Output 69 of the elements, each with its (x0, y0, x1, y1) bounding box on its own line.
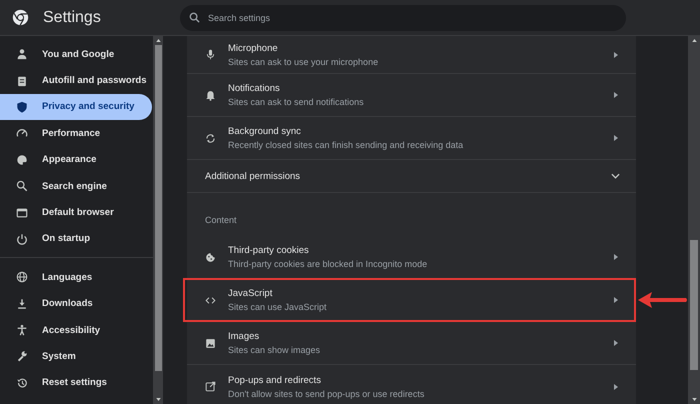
row-subtitle: Sites can show images (228, 345, 322, 355)
scroll-down-icon[interactable] (156, 398, 160, 401)
sidebar-item[interactable]: Performance (0, 120, 152, 147)
sidebar-item[interactable]: Privacy and security (0, 94, 152, 120)
microphone-icon (205, 49, 216, 60)
row-title: Background sync (228, 126, 302, 137)
sidebar-item[interactable]: On startup (0, 226, 152, 252)
browser-window-icon (16, 206, 28, 219)
sidebar-item[interactable]: Autofill and passwords (0, 67, 152, 94)
person-icon (16, 48, 28, 60)
external-link-icon (205, 381, 216, 392)
page-scrollbar[interactable] (688, 36, 700, 404)
download-icon (16, 298, 28, 310)
sidebar-item[interactable]: Languages (0, 264, 152, 291)
power-icon (16, 232, 28, 245)
pointer-arrow (638, 292, 688, 308)
sidebar-item[interactable]: Downloads (0, 290, 152, 317)
caret-icon[interactable] (614, 52, 618, 58)
row-title: Images (228, 331, 260, 342)
sidebar-item[interactable]: Reset settings (0, 370, 152, 396)
globe-icon (16, 271, 28, 284)
sidebar-item[interactable]: Search engine (0, 172, 152, 200)
scrollbar-thumb[interactable] (154, 45, 162, 371)
caret-icon[interactable] (614, 254, 618, 260)
row-title: Pop-ups and redirects (228, 374, 322, 386)
row-subtitle: Don't allow sites to send pop-ups or use redirects (228, 388, 426, 398)
row-subtitle: Sites can ask to use your microphone (228, 56, 380, 66)
shield-icon (16, 100, 28, 113)
sidebar-item[interactable]: Default browser (0, 199, 152, 226)
search-icon (16, 180, 28, 192)
sidebar-item[interactable]: You and Google (0, 41, 152, 68)
wrench-icon (16, 350, 28, 362)
row-subtitle: Sites can ask to send notifications (228, 97, 365, 107)
browser-logo-icon (12, 9, 29, 26)
sidebar-item[interactable]: Accessibility (0, 316, 152, 344)
caret-icon[interactable] (614, 384, 618, 390)
search-field[interactable]: Search settings (180, 4, 626, 30)
page-title: Settings (43, 8, 102, 26)
scroll-up-icon[interactable] (156, 39, 160, 42)
caret-icon[interactable] (614, 340, 618, 346)
palette-icon (16, 154, 28, 166)
row-title: JavaScript (228, 288, 274, 299)
row-subtitle: Sites can use JavaScript (228, 302, 328, 312)
section-toggle[interactable]: Additional permissions (205, 170, 611, 182)
sidebar-item[interactable]: Appearance (0, 146, 152, 173)
caret-icon[interactable] (614, 135, 618, 141)
chevron-icon[interactable] (611, 173, 620, 179)
code-icon (205, 294, 216, 306)
history-icon (16, 376, 28, 389)
scrollbar-thumb[interactable] (690, 240, 698, 370)
scroll-up-icon[interactable] (692, 39, 696, 42)
caret-icon[interactable] (614, 92, 618, 98)
sidebar-scrollbar[interactable] (153, 36, 163, 404)
caret-icon[interactable] (614, 297, 618, 303)
gauge-icon (16, 127, 28, 140)
sync-icon (205, 132, 216, 144)
section-heading: Content (205, 215, 237, 225)
image-icon (205, 338, 216, 348)
row-title: Third-party cookies (228, 245, 310, 256)
row-title: Microphone (228, 42, 279, 54)
row-subtitle: Third-party cookies are blocked in Incognito mode (228, 259, 428, 269)
cookie-icon (205, 252, 216, 262)
scroll-down-icon[interactable] (692, 398, 696, 401)
clipboard-icon (16, 74, 28, 87)
accessibility-icon (16, 324, 28, 336)
sidebar-item[interactable]: System (0, 343, 152, 370)
row-title: Notifications (228, 83, 281, 94)
bell-icon (205, 90, 216, 100)
row-subtitle: Recently closed sites can finish sending and receiving data (228, 140, 464, 150)
